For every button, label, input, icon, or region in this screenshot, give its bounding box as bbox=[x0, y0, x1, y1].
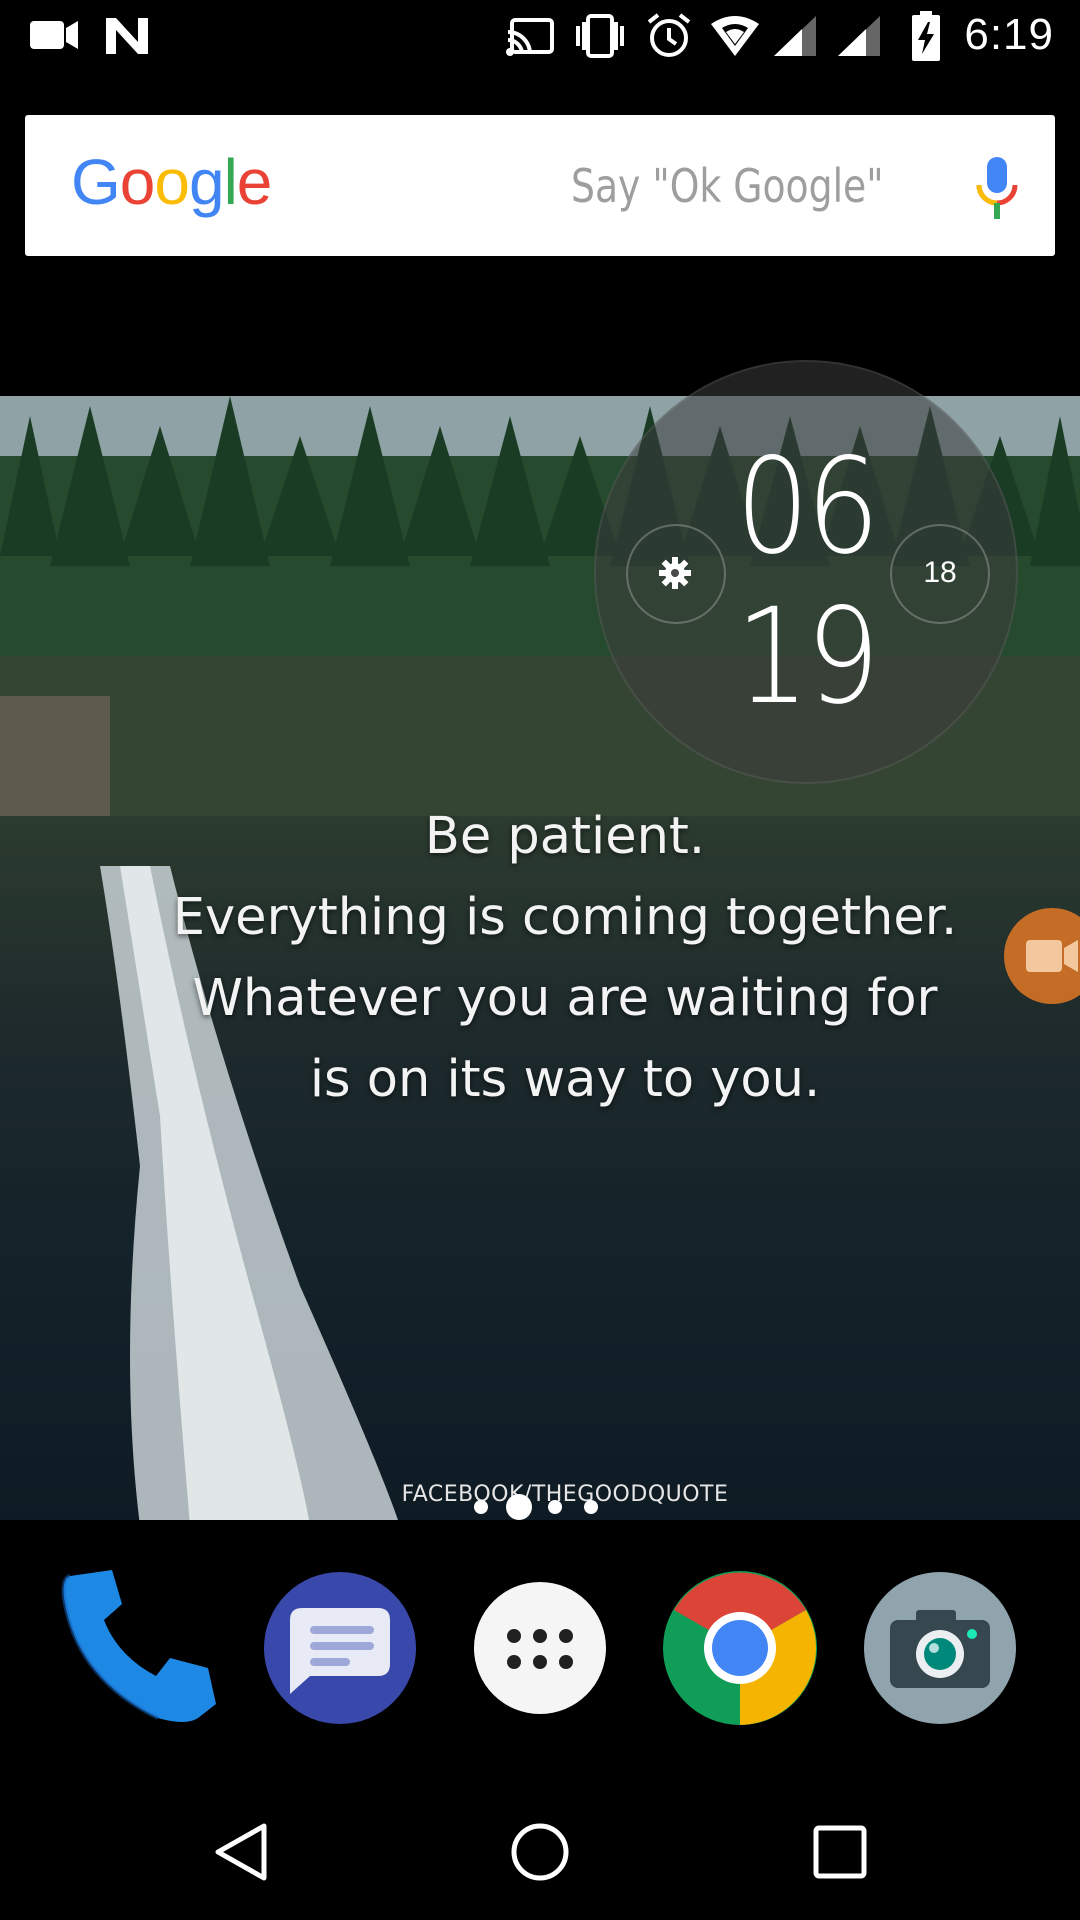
page-dot bbox=[548, 1500, 562, 1514]
app-drawer-button[interactable] bbox=[460, 1568, 620, 1728]
wifi-icon bbox=[711, 16, 759, 56]
messages-icon bbox=[264, 1572, 416, 1724]
video-camera-icon bbox=[1026, 940, 1078, 972]
n-icon bbox=[106, 18, 148, 54]
google-logo-letter: G bbox=[71, 146, 121, 218]
navigation-bar bbox=[0, 1786, 1080, 1920]
messages-app[interactable] bbox=[260, 1568, 420, 1728]
phone-app[interactable] bbox=[58, 1568, 218, 1728]
quote-line: is on its way to you. bbox=[309, 1050, 821, 1109]
clock-settings-button[interactable] bbox=[626, 524, 726, 624]
google-logo-letter: e bbox=[236, 146, 273, 218]
home-icon[interactable] bbox=[508, 1820, 572, 1884]
quote-line: Everything is coming together. bbox=[172, 888, 958, 947]
camera-app[interactable] bbox=[860, 1568, 1020, 1728]
signal-icon bbox=[774, 16, 816, 56]
quote-text: Be patient. Everything is coming togethe… bbox=[0, 796, 1080, 1120]
google-logo-letter: o bbox=[154, 146, 190, 218]
page-dot bbox=[584, 1500, 598, 1514]
clock-widget[interactable]: 06 19 18 bbox=[594, 360, 1018, 784]
quote-credit: FACEBOOK/THEGOODQUOTE bbox=[401, 1482, 729, 1507]
search-hint[interactable]: Say "Ok Google" bbox=[571, 159, 884, 213]
google-logo-letter: o bbox=[119, 146, 156, 218]
gear-icon bbox=[659, 557, 691, 589]
google-search-bar[interactable]: Google Say "Ok Google" bbox=[25, 115, 1055, 256]
alarm-icon bbox=[647, 13, 691, 57]
page-dot bbox=[474, 1500, 488, 1514]
status-bar: 6:19 bbox=[0, 0, 1080, 72]
camera-icon bbox=[864, 1572, 1016, 1724]
vibrate-icon bbox=[576, 14, 624, 58]
google-logo-letter: g bbox=[188, 146, 225, 218]
back-icon[interactable] bbox=[210, 1820, 274, 1884]
chrome-app[interactable] bbox=[660, 1568, 820, 1728]
cast-icon bbox=[506, 18, 554, 56]
page-dot-active bbox=[506, 1494, 532, 1520]
signal-icon bbox=[838, 16, 880, 56]
phone-icon bbox=[61, 1570, 216, 1722]
recents-icon[interactable] bbox=[808, 1820, 872, 1884]
google-logo[interactable]: Google bbox=[71, 145, 273, 219]
chrome-icon bbox=[663, 1571, 817, 1725]
quote-line: Whatever you are waiting for bbox=[192, 969, 938, 1028]
clock-seconds-dial: 18 bbox=[890, 524, 990, 624]
quote-line: Be patient. bbox=[424, 807, 706, 866]
battery-charging-icon bbox=[912, 11, 940, 61]
google-logo-letter: l bbox=[223, 146, 238, 218]
clock-seconds: 18 bbox=[923, 556, 957, 589]
microphone-icon[interactable] bbox=[970, 155, 1024, 221]
app-drawer-icon bbox=[474, 1582, 606, 1714]
video-camera-icon bbox=[30, 21, 78, 49]
status-time: 6:19 bbox=[964, 10, 1054, 59]
